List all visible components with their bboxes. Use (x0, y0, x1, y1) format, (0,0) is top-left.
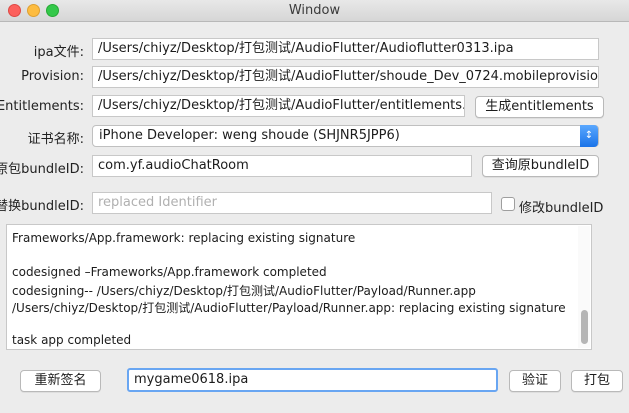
title-bar: Window (0, 0, 629, 22)
modify-bundle-checkbox[interactable] (501, 197, 515, 211)
cert-select[interactable]: iPhone Developer: weng shoude (SHJNR5JPP… (92, 125, 599, 147)
log-line: codesigned –Frameworks/App.framework com… (12, 265, 327, 279)
ipa-path-field[interactable]: /Users/chiyz/Desktop/打包测试/AudioFlutter/A… (92, 38, 599, 60)
window-title: Window (288, 3, 341, 18)
log-output[interactable]: Frameworks/App.framework: replacing exis… (6, 224, 592, 350)
provision-path-field[interactable]: /Users/chiyz/Desktop/打包测试/AudioFlutter/s… (92, 66, 599, 88)
entitlements-label: Entitlements: (0, 99, 84, 114)
log-scroll-thumb[interactable] (581, 310, 588, 344)
replace-bundle-input[interactable]: replaced Identifier (92, 192, 492, 214)
log-line: /Users/chiyz/Desktop/打包测试/AudioFlutter/P… (12, 301, 566, 315)
resign-button[interactable]: 重新签名 (20, 370, 101, 392)
replace-bundle-label: 替换bundleID: (0, 199, 84, 214)
log-line: Frameworks/App.framework: replacing exis… (12, 231, 356, 245)
verify-button[interactable]: 验证 (509, 370, 561, 392)
cert-selected-value: iPhone Developer: weng shoude (SHJNR5JPP… (99, 128, 400, 143)
log-scrollbar[interactable] (578, 226, 590, 348)
provision-label: Provision: (21, 69, 84, 84)
ipa-label: ipa文件: (33, 45, 84, 60)
chevron-up-down-icon: ↕ (580, 125, 598, 147)
package-button[interactable]: 打包 (571, 370, 623, 392)
log-line: task app completed (12, 333, 132, 347)
output-name-input[interactable]: mygame0618.ipa (127, 368, 498, 392)
entitlements-path-field[interactable]: /Users/chiyz/Desktop/打包测试/AudioFlutter/e… (92, 95, 465, 117)
query-bundle-button[interactable]: 查询原bundleID (482, 155, 599, 177)
generate-entitlements-button[interactable]: 生成entitlements (475, 96, 604, 118)
modify-bundle-label: 修改bundleID (519, 201, 604, 216)
bundle-id-field[interactable]: com.yf.audioChatRoom (92, 155, 472, 177)
bundle-id-label: 原包bundleID: (0, 162, 84, 177)
log-line: codesigning-- /Users/chiyz/Desktop/打包测试/… (12, 284, 476, 298)
cert-label: 证书名称: (27, 132, 84, 147)
